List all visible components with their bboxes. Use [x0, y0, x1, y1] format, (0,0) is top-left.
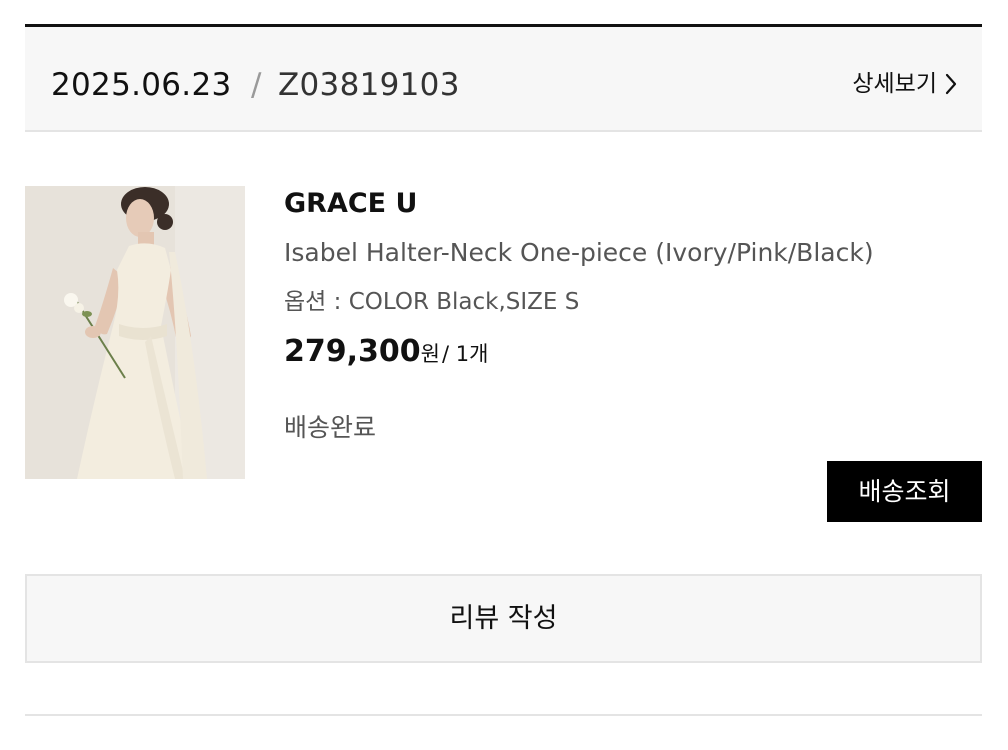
delivery-status: 배송완료	[284, 413, 377, 442]
order-detail-link[interactable]: 상세보기	[852, 67, 957, 101]
product-photo-dress	[25, 186, 245, 479]
product-brand[interactable]: GRACE U	[284, 186, 417, 222]
track-delivery-button[interactable]: 배송조회	[827, 461, 982, 522]
price-row: 279,300 원/ 1개	[284, 332, 488, 372]
order-detail-label: 상세보기	[852, 71, 937, 97]
order-number: Z03819103	[278, 67, 460, 103]
product-quantity: / 1개	[441, 342, 489, 366]
product-image[interactable]	[25, 186, 245, 479]
product-option: 옵션 : COLOR Black,SIZE S	[284, 289, 580, 315]
price-unit: 원	[420, 342, 440, 366]
product-price: 279,300	[284, 334, 421, 369]
divider	[25, 714, 982, 716]
order-header: 2025.06.23 / Z03819103 상세보기	[25, 24, 982, 132]
order-separator: /	[251, 67, 262, 103]
write-review-button[interactable]: 리뷰 작성	[25, 574, 982, 663]
product-name[interactable]: Isabel Halter-Neck One-piece (Ivory/Pink…	[284, 235, 874, 271]
order-date: 2025.06.23	[51, 67, 232, 103]
chevron-right-icon	[945, 73, 957, 95]
